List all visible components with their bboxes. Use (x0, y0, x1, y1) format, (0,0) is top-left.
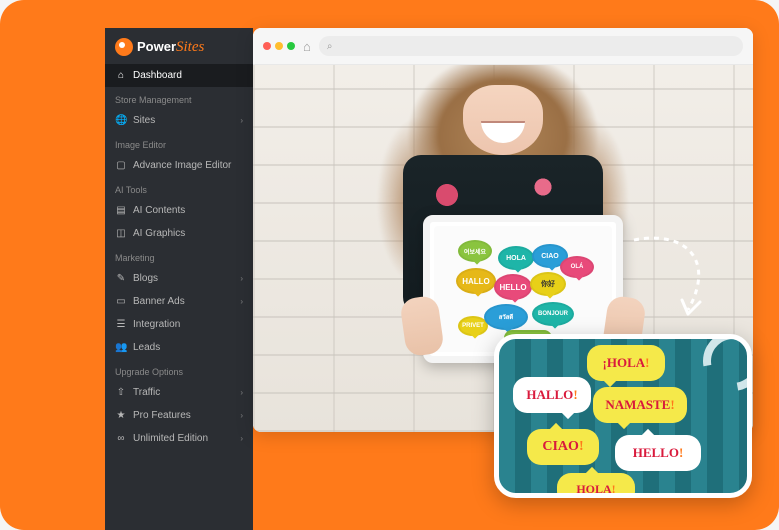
sidebar-item-ai-contents[interactable]: ▤ AI Contents (105, 199, 253, 222)
bubble-hallo: HALLO (456, 268, 496, 294)
infinity-icon: ∞ (115, 433, 127, 444)
sidebar-item-traffic[interactable]: ⇧ Traffic › (105, 381, 253, 404)
minimize-icon[interactable] (275, 42, 283, 50)
chevron-right-icon: › (240, 274, 243, 283)
bubble-hola: HOLA (498, 246, 534, 270)
sidebar-item-label: Unlimited Edition (133, 433, 208, 444)
note-hola-es: ¡HOLA! (587, 345, 665, 381)
sidebar-item-pro-features[interactable]: ★ Pro Features › (105, 404, 253, 427)
curved-arrow-icon (614, 222, 724, 332)
brand-logo: PowerSites (105, 28, 253, 64)
section-header: Upgrade Options (105, 359, 253, 381)
brand-name-a: Power (137, 39, 176, 54)
chart-icon: ⇧ (115, 387, 127, 398)
sidebar-item-label: Leads (133, 342, 160, 353)
note-hello: HELLO! (615, 435, 701, 471)
sidebar-item-blogs[interactable]: ✎ Blogs › (105, 267, 253, 290)
sidebar-item-label: Sites (133, 115, 155, 126)
face (463, 85, 543, 155)
close-icon[interactable] (263, 42, 271, 50)
section-header: Image Editor (105, 132, 253, 154)
star-icon: ★ (115, 410, 127, 421)
bubble-hello: HELLO (494, 274, 532, 300)
link-icon: ☰ (115, 319, 127, 330)
home-icon: ⌂ (115, 70, 127, 81)
note-hola: HOLA! (557, 473, 635, 498)
sidebar-item-label: Blogs (133, 273, 158, 284)
app-sidebar: PowerSites ⌂DashboardStore Management🌐Si… (105, 28, 253, 530)
sidebar-item-ai-graphics[interactable]: ◫ AI Graphics (105, 222, 253, 245)
sidebar-item-label: AI Graphics (133, 228, 185, 239)
image-icon: ▢ (115, 160, 127, 171)
doc-icon: ▤ (115, 205, 127, 216)
sidebar-item-dashboard[interactable]: ⌂ Dashboard (105, 64, 253, 87)
maximize-icon[interactable] (287, 42, 295, 50)
brand-mark-icon (115, 38, 133, 56)
bubble-korean: 여보세요 (458, 240, 492, 262)
sidebar-item-label: Pro Features (133, 410, 191, 421)
browser-chrome-bar: ⌂ ⌕ (253, 28, 753, 65)
section-header: Marketing (105, 245, 253, 267)
bubble-chinese: 你好 (530, 272, 566, 296)
window-controls (263, 42, 295, 50)
chevron-right-icon: › (240, 434, 243, 443)
section-header: AI Tools (105, 177, 253, 199)
banner-icon: ▭ (115, 296, 127, 307)
address-bar[interactable]: ⌕ (319, 36, 743, 56)
note-hallo: HALLO! (513, 377, 591, 413)
bubble-bonjour: BONJOUR (532, 302, 574, 326)
sidebar-item-label: AI Contents (133, 205, 185, 216)
note-namaste: NAMASTE! (593, 387, 687, 423)
sidebar-item-label: Traffic (133, 387, 160, 398)
note-ciao: CIAO! (527, 429, 599, 465)
chevron-right-icon: › (240, 297, 243, 306)
chevron-right-icon: › (240, 116, 243, 125)
sidebar-item-leads[interactable]: 👥 Leads (105, 336, 253, 359)
greetings-card: ¡HOLA! HALLO! NAMASTE! CIAO! HELLO! HOLA… (494, 334, 752, 498)
sidebar-item-sites[interactable]: 🌐 Sites › (105, 109, 253, 132)
sidebar-item-advance-image-editor[interactable]: ▢ Advance Image Editor (105, 154, 253, 177)
rss-icon: ✎ (115, 273, 127, 284)
search-icon: ⌕ (327, 41, 333, 52)
section-header: Store Management (105, 87, 253, 109)
users-icon: 👥 (115, 342, 127, 353)
chevron-right-icon: › (240, 411, 243, 420)
globe-icon: 🌐 (115, 115, 127, 126)
graphic-icon: ◫ (115, 228, 127, 239)
sidebar-item-label: Integration (133, 319, 180, 330)
brand-text: PowerSites (137, 39, 204, 56)
sidebar-item-unlimited-edition[interactable]: ∞ Unlimited Edition › (105, 427, 253, 450)
sidebar-item-label: Advance Image Editor (133, 160, 231, 171)
sidebar-item-label: Dashboard (133, 70, 182, 81)
headphones-icon (691, 334, 752, 403)
bubble-ola: OLÁ (560, 256, 594, 278)
chevron-right-icon: › (240, 388, 243, 397)
home-button[interactable]: ⌂ (303, 39, 311, 54)
sidebar-item-integration[interactable]: ☰ Integration (105, 313, 253, 336)
brand-name-b: Sites (176, 39, 204, 55)
promo-canvas: PowerSites ⌂DashboardStore Management🌐Si… (0, 0, 779, 530)
sidebar-item-banner-ads[interactable]: ▭ Banner Ads › (105, 290, 253, 313)
sidebar-item-label: Banner Ads (133, 296, 185, 307)
smile (481, 121, 525, 143)
bubble-thai: สวัสดี (484, 304, 528, 330)
